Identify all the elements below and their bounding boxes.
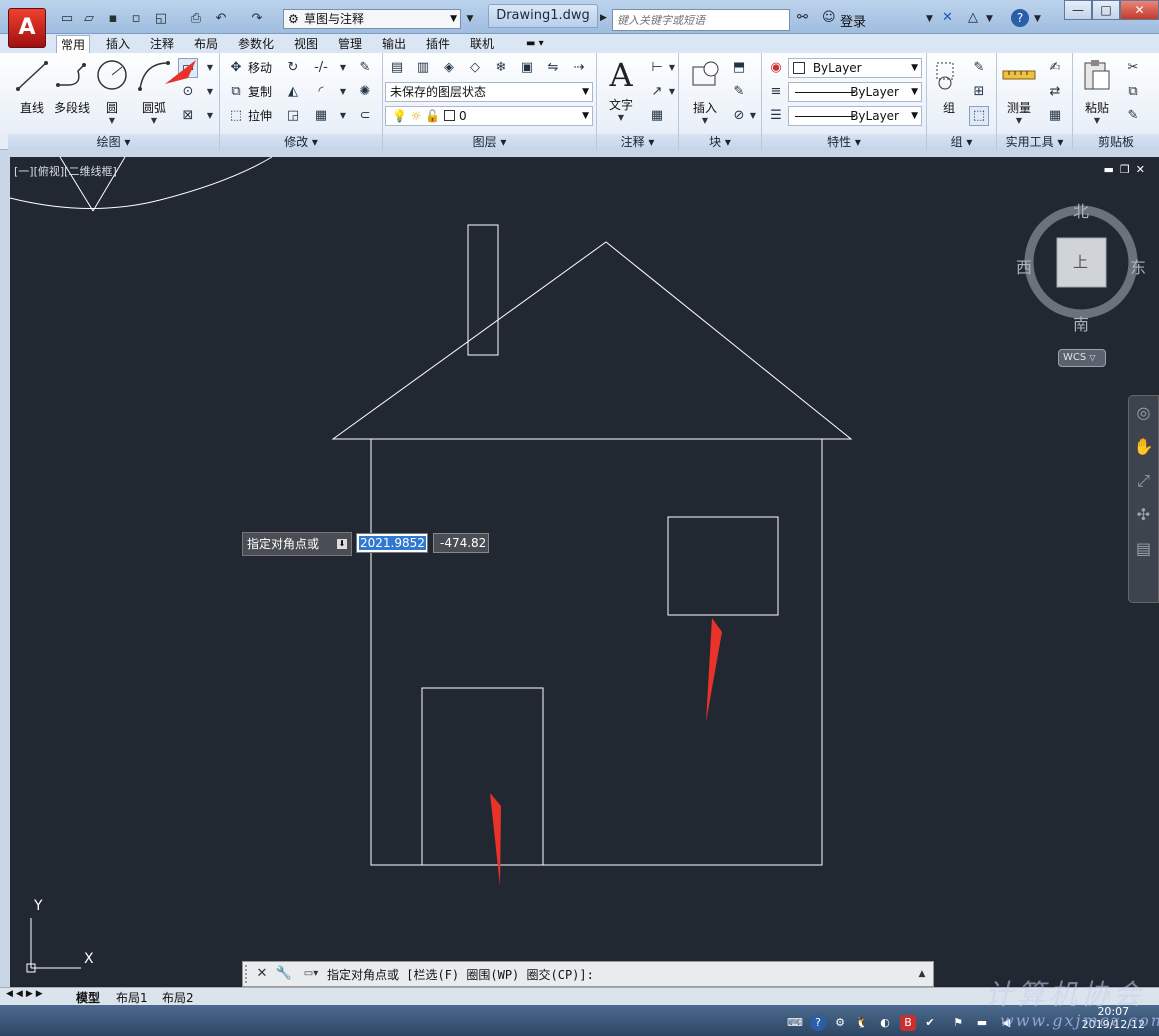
network-icon[interactable]: ▬ [974,1015,990,1031]
dynamic-input-x-field[interactable]: 2021.9852 [356,533,428,553]
ucs-y-label: Y [34,898,43,914]
viewport-window-controls[interactable]: ▬❐✕ [1104,163,1151,176]
annotation-arrow-window [706,618,722,722]
compass-south[interactable]: 南 [1073,311,1089,335]
wcs-label: WCS [1063,352,1087,363]
navigation-bar: ◎ ✋ ⤢ ✣ ▤ [1128,395,1159,603]
house-roof [331,241,853,440]
drawing-geometry [9,60,1138,973]
tab-layout2[interactable]: 布局2 [162,989,194,1006]
watermark-url: www.gxjmcz.com [1000,1011,1159,1030]
command-prompt-text: 指定对角点或 [327,968,400,982]
close-icon[interactable]: ✕ [253,965,271,983]
wrench-icon[interactable]: 🔧 [275,965,293,983]
house-chimney [467,224,499,356]
house-wall [370,438,823,866]
annotation-arrow-door [490,793,501,886]
tab-layout1[interactable]: 布局1 [116,989,148,1006]
wcs-menu-button[interactable]: WCS ▽ [1058,349,1106,367]
command-line[interactable]: ✕ 🔧 ▭▾ 指定对角点或 [栏选(F) 圈围(WP) 圈交(CP)]: ▲ [242,961,934,987]
compass-north[interactable]: 北 [1073,198,1089,222]
tab-model[interactable]: 模型 [76,989,100,1006]
keyboard-icon[interactable]: ⌨ [787,1015,803,1031]
watermark-text: 计算机协会 [985,978,1146,1011]
command-line-grip[interactable] [245,965,251,983]
zoom-extents-icon[interactable]: ⤢ [1129,464,1158,498]
house-door [421,687,544,866]
annotation-arrow-rectangle [165,60,196,84]
dynamic-input-x-value: 2021.9852 [359,536,426,550]
settings-tray-icon[interactable]: ⚙ [832,1015,848,1031]
antivirus-tray-icon[interactable]: B [900,1015,916,1031]
chevron-down-icon: ▽ [1089,353,1096,362]
pan-icon[interactable]: ✋ [1129,430,1158,464]
command-prompt-icon[interactable]: ▭▾ [299,965,323,983]
application-menu-button[interactable]: A [8,8,46,48]
ucs-x-label: X [84,951,94,967]
orbit-icon[interactable]: ✣ [1129,498,1158,532]
showmotion-icon[interactable]: ▤ [1129,532,1158,566]
viewport-controls-label[interactable]: [一][俯视][二维线框] [14,163,117,179]
qq-icon[interactable]: 🐧 [854,1015,870,1031]
dynamic-input-y-field[interactable]: -474.82 [433,533,489,553]
security-tray-icon[interactable]: ✔ [922,1015,938,1031]
help-tray-icon[interactable]: ? [810,1015,826,1031]
house-window [667,516,779,616]
layout-tab-scroll-icons[interactable]: ◀◀▶▶ [6,989,46,999]
dynamic-input-prompt: 指定对角点或 ⬇ [242,532,352,556]
compass-west[interactable]: 西 [1016,254,1032,278]
command-options-text[interactable]: [栏选(F) 圈围(WP) 圈交(CP)]: [406,968,594,982]
dynamic-input-options-icon[interactable]: ⬇ [337,539,347,549]
viewcube-top-label[interactable]: 上 [1073,251,1088,272]
command-text: 指定对角点或 [栏选(F) 圈围(WP) 圈交(CP)]: [327,966,594,983]
steering-wheel-icon[interactable]: ◎ [1129,396,1158,430]
compass-east[interactable]: 东 [1130,254,1146,278]
browser-tray-icon[interactable]: ◐ [877,1015,893,1031]
dynamic-input-prompt-text: 指定对角点或 [247,537,320,551]
command-history-icon[interactable]: ▲ [913,965,931,983]
flag-icon[interactable]: ⚑ [950,1015,966,1031]
